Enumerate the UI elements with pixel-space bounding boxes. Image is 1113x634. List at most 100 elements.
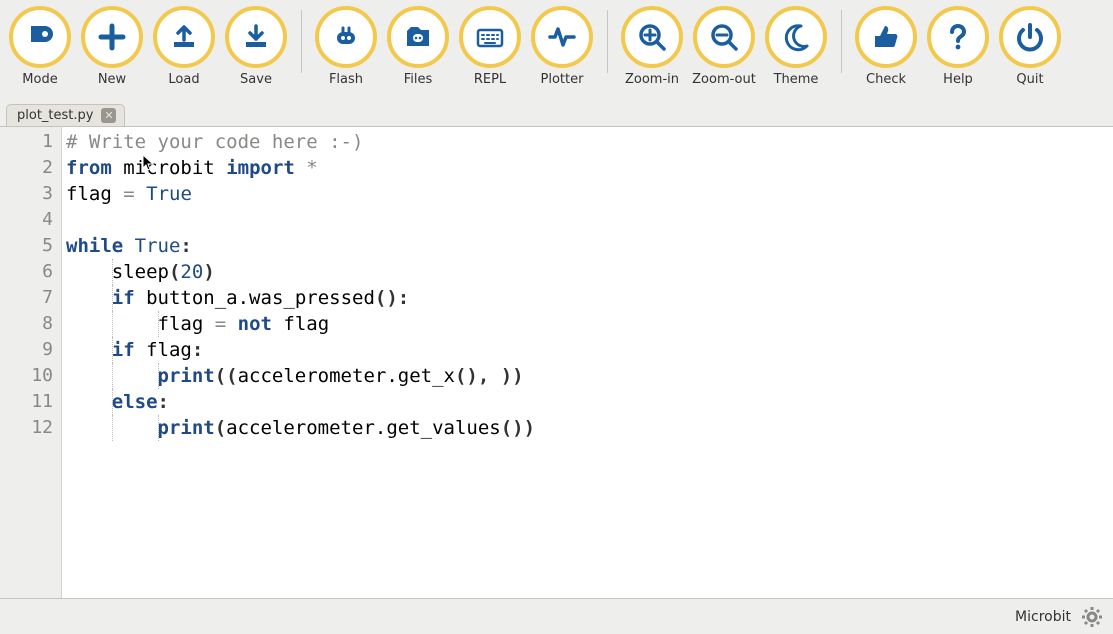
code-text: else: <box>66 391 169 413</box>
help-button[interactable]: Help <box>922 4 994 87</box>
indent-guide <box>112 363 113 389</box>
code-line[interactable]: if button_a.was_pressed(): <box>66 285 1113 311</box>
zoom-out-icon <box>693 6 755 68</box>
code-line[interactable]: from microbit import * <box>66 155 1113 181</box>
save-button[interactable]: Save <box>220 4 292 87</box>
indent-guide <box>112 415 113 441</box>
toolbar-label: Mode <box>22 72 57 87</box>
code-text: print((accelerometer.get_x(), )) <box>66 365 524 387</box>
close-icon[interactable]: ✕ <box>101 108 116 123</box>
toolbar-label: Zoom-out <box>692 72 756 87</box>
line-number: 3 <box>0 181 53 207</box>
code-line[interactable]: flag = True <box>66 181 1113 207</box>
toolbar-group: Flash Files REPL Plotter <box>310 4 608 87</box>
code-line[interactable]: while True: <box>66 233 1113 259</box>
status-bar: Microbit <box>0 598 1113 634</box>
toolbar-group: Mode New Load Save <box>4 4 302 87</box>
toolbar-label: Zoom-in <box>625 72 679 87</box>
code-text: from microbit import * <box>66 157 318 179</box>
plus-icon <box>81 6 143 68</box>
code-line[interactable]: flag = not flag <box>66 311 1113 337</box>
line-number: 8 <box>0 311 53 337</box>
indent-guide <box>158 311 159 337</box>
zoomout-button[interactable]: Zoom-out <box>688 4 760 87</box>
code-line[interactable]: if flag: <box>66 337 1113 363</box>
indent-guide <box>158 363 159 389</box>
upload-icon <box>153 6 215 68</box>
moon-icon <box>765 6 827 68</box>
load-button[interactable]: Load <box>148 4 220 87</box>
line-number: 9 <box>0 337 53 363</box>
line-number: 10 <box>0 363 53 389</box>
line-number: 2 <box>0 155 53 181</box>
flash-button[interactable]: Flash <box>310 4 382 87</box>
toolbar-label: Help <box>943 72 973 87</box>
code-text: if button_a.was_pressed(): <box>66 287 409 309</box>
toolbar-label: Flash <box>329 72 363 87</box>
question-icon <box>927 6 989 68</box>
code-line[interactable]: # Write your code here :-) <box>66 129 1113 155</box>
power-icon <box>999 6 1061 68</box>
line-number: 7 <box>0 285 53 311</box>
tab-file[interactable]: plot_test.py ✕ <box>6 104 125 126</box>
toolbar-group: Check Help Quit <box>850 4 1076 87</box>
toolbar-label: Files <box>404 72 433 87</box>
toolbar-label: Save <box>240 72 272 87</box>
code-line[interactable]: sleep(20) <box>66 259 1113 285</box>
quit-button[interactable]: Quit <box>994 4 1066 87</box>
theme-button[interactable]: Theme <box>760 4 832 87</box>
toolbar-label: Check <box>866 72 906 87</box>
download-icon <box>225 6 287 68</box>
indent-guide <box>112 259 113 285</box>
toolbar-label: New <box>98 72 126 87</box>
code-line[interactable]: else: <box>66 389 1113 415</box>
mode-button[interactable]: Mode <box>4 4 76 87</box>
toolbar-group: Zoom-in Zoom-out Theme <box>616 4 842 87</box>
toolbar: Mode New Load Save Flash Files REPL Plotter Zoom… <box>0 0 1113 96</box>
indent-guide <box>112 311 113 337</box>
pulse-icon <box>531 6 593 68</box>
toolbar-label: REPL <box>474 72 506 87</box>
files-icon <box>387 6 449 68</box>
check-button[interactable]: Check <box>850 4 922 87</box>
new-button[interactable]: New <box>76 4 148 87</box>
keyboard-icon <box>459 6 521 68</box>
code-line[interactable] <box>66 207 1113 233</box>
line-number: 5 <box>0 233 53 259</box>
toolbar-label: Theme <box>774 72 819 87</box>
gear-icon[interactable] <box>1081 606 1103 628</box>
code-text: while True: <box>66 235 192 257</box>
tab-title: plot_test.py <box>17 108 93 123</box>
line-number: 1 <box>0 129 53 155</box>
code-line[interactable]: print(accelerometer.get_values()) <box>66 415 1113 441</box>
zoom-in-icon <box>621 6 683 68</box>
mode-icon <box>9 6 71 68</box>
code-text: flag = True <box>66 183 192 205</box>
files-button[interactable]: Files <box>382 4 454 87</box>
toolbar-label: Plotter <box>541 72 584 87</box>
line-number: 6 <box>0 259 53 285</box>
code-line[interactable]: print((accelerometer.get_x(), )) <box>66 363 1113 389</box>
indent-guide <box>112 389 113 415</box>
flash-icon <box>315 6 377 68</box>
indent-guide <box>112 285 113 311</box>
code-text: sleep(20) <box>66 261 215 283</box>
code-text: if flag: <box>66 339 203 361</box>
code-text: # Write your code here :-) <box>66 131 363 153</box>
line-number: 11 <box>0 389 53 415</box>
plotter-button[interactable]: Plotter <box>526 4 598 87</box>
code-area[interactable]: # Write your code here :-) from microbit … <box>62 127 1113 598</box>
code-editor[interactable]: 123456789101112 # Write your code here :… <box>0 126 1113 598</box>
line-number: 4 <box>0 207 53 233</box>
line-number: 12 <box>0 415 53 441</box>
repl-button[interactable]: REPL <box>454 4 526 87</box>
toolbar-label: Load <box>168 72 199 87</box>
tab-strip: plot_test.py ✕ <box>0 96 1113 126</box>
status-mode-label: Microbit <box>1015 609 1071 625</box>
indent-guide <box>112 337 113 363</box>
code-text: flag = not flag <box>66 313 329 335</box>
zoomin-button[interactable]: Zoom-in <box>616 4 688 87</box>
line-number-gutter: 123456789101112 <box>0 127 62 598</box>
indent-guide <box>158 415 159 441</box>
code-text: print(accelerometer.get_values()) <box>66 417 535 439</box>
